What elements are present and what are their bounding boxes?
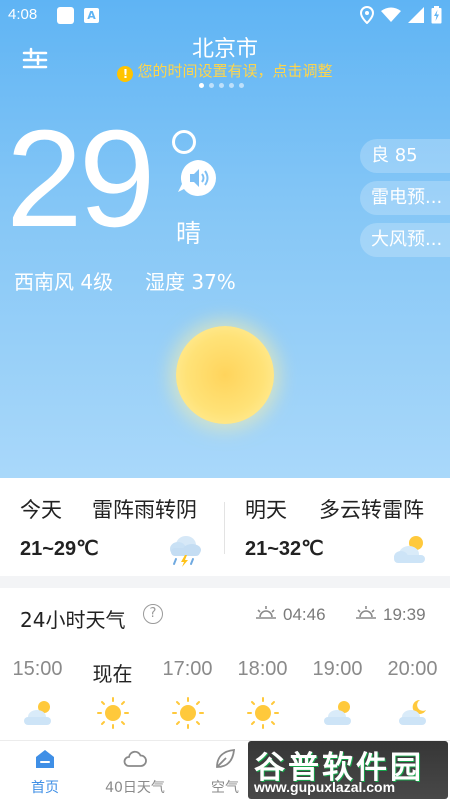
- time-warning-text: 您的时间设置有误，点击调整: [137, 62, 333, 80]
- thunderstorm-icon: [170, 536, 201, 567]
- page-dot: [209, 83, 214, 88]
- hour-item: 20:00: [375, 658, 450, 738]
- forecast-today[interactable]: 今天 雷阵雨转阴 21~29℃: [0, 478, 224, 576]
- watermark-logo: 谷普软件园 www.gupuxlazal.com: [248, 741, 448, 799]
- hour-time: 15:00: [12, 658, 63, 680]
- humidity-info: 湿度 37%: [145, 270, 236, 294]
- sunset-icon: [356, 606, 376, 619]
- forecast-day-label: 今天: [20, 498, 62, 522]
- sunrise-icon: [256, 606, 276, 619]
- air-quality-pill[interactable]: 良 85: [360, 139, 450, 173]
- nav-home[interactable]: 首页: [0, 741, 90, 801]
- hourly-title: 24小时天气: [20, 608, 126, 632]
- hourly-row: 15:00 现在 17:00 18:00 19:00 20:00: [0, 658, 450, 738]
- hour-item: 18:00: [225, 658, 300, 738]
- warning-icon: !: [117, 66, 134, 82]
- forecast-desc: 雷阵雨转阴: [92, 498, 197, 522]
- location-icon: [360, 6, 374, 24]
- forecast-desc: 多云转雷阵: [319, 498, 424, 522]
- partly-cloudy-icon: [324, 701, 351, 725]
- partly-cloudy-icon: [24, 701, 51, 725]
- forecast-day-label: 明天: [245, 498, 287, 522]
- hour-item: 17:00: [150, 658, 225, 738]
- sun-illustration: [176, 326, 274, 424]
- nav-forty-day-label: 40日天气: [105, 780, 165, 796]
- time-warning-link[interactable]: ! 您的时间设置有误，点击调整: [0, 60, 450, 82]
- page-dot: [219, 83, 224, 88]
- status-icons: [360, 5, 442, 25]
- thunder-warning-pill[interactable]: 雷电预...: [360, 181, 450, 215]
- partly-cloudy-night-icon: [399, 699, 426, 725]
- weather-condition: 晴: [176, 219, 202, 248]
- wind-warning-pill[interactable]: 大风预...: [360, 223, 450, 257]
- hour-item-now: 现在: [75, 658, 150, 738]
- speaker-icon[interactable]: [177, 157, 219, 199]
- hour-time: 现在: [92, 662, 133, 686]
- forecast-tomorrow[interactable]: 明天 多云转雷阵 21~32℃: [225, 478, 450, 576]
- status-bar: 4:08 A: [0, 0, 450, 30]
- current-temperature: 29: [6, 102, 155, 256]
- sunrise-time: 04:46: [283, 605, 326, 624]
- forecast-range: 21~32℃: [245, 538, 324, 560]
- hourly-forecast: 24小时天气 ? 04:46 19:39 15:00 现在 17:00 18:0…: [0, 588, 450, 740]
- help-icon[interactable]: ?: [143, 604, 163, 624]
- status-time: 4:08: [8, 6, 38, 23]
- sunny-icon: [172, 697, 204, 729]
- cloud-icon: [123, 750, 147, 767]
- hour-time: 19:00: [312, 658, 363, 680]
- nav-home-label: 首页: [31, 780, 59, 796]
- watermark-url: www.gupuxlazal.com: [254, 779, 396, 795]
- signal-icon: [408, 7, 424, 23]
- wind-info: 西南风 4级: [14, 270, 114, 294]
- city-title[interactable]: 北京市: [0, 31, 450, 63]
- hour-time: 18:00: [237, 658, 288, 680]
- page-dot: [239, 83, 244, 88]
- daily-forecast: 今天 雷阵雨转阴 21~29℃ 明天 多云转雷阵 21~32℃: [0, 478, 450, 576]
- battery-icon: [431, 6, 442, 24]
- wifi-icon: [381, 7, 401, 22]
- leaf-icon: [216, 748, 236, 768]
- page-indicator: [199, 83, 244, 88]
- notification-icon: [57, 7, 74, 24]
- hour-time: 17:00: [162, 658, 213, 680]
- home-icon: [36, 750, 54, 768]
- sunny-icon: [247, 697, 279, 729]
- nav-forty-day[interactable]: 40日天气: [90, 741, 180, 801]
- sunny-icon: [97, 697, 129, 729]
- hour-item: 19:00: [300, 658, 375, 738]
- page-dot: [229, 83, 234, 88]
- page-dot: [199, 83, 204, 88]
- degree-symbol: [172, 130, 196, 154]
- sunset-time: 19:39: [383, 605, 426, 624]
- forecast-range: 21~29℃: [20, 538, 99, 560]
- weather-hero: 4:08 A 北京市 ! 您的时间设置有误，点击调整 29 晴 西南风 4级 湿…: [0, 0, 450, 478]
- hour-item: 15:00: [0, 658, 75, 738]
- partly-cloudy-icon: [394, 536, 425, 563]
- app-notification-icon: A: [84, 8, 99, 23]
- hour-time: 20:00: [387, 658, 438, 680]
- section-separator: [0, 576, 450, 588]
